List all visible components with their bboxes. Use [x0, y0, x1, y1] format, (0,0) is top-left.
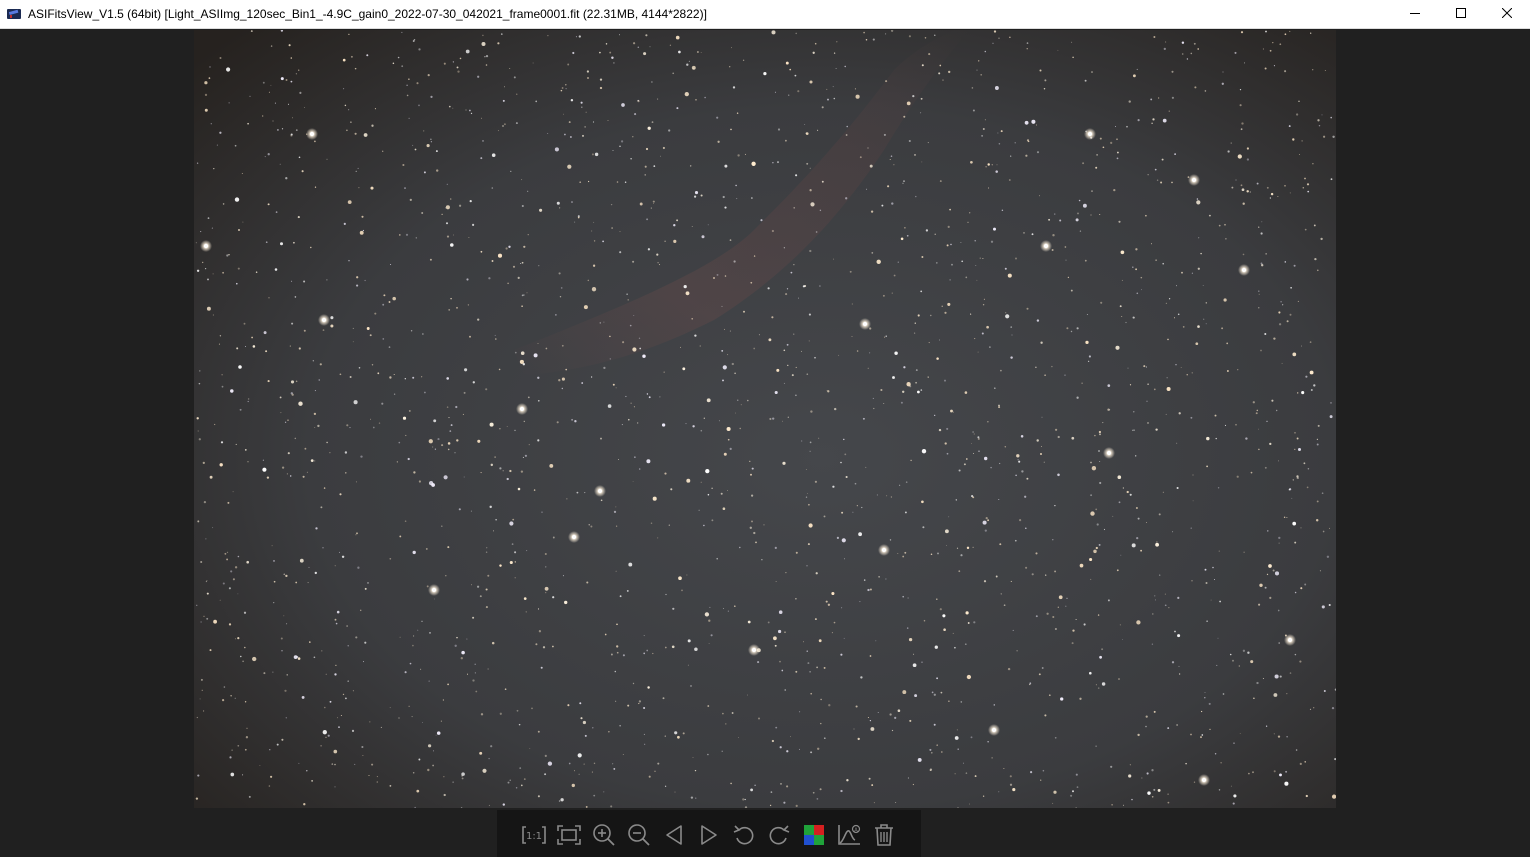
delete-button[interactable] [870, 820, 899, 849]
zoom-in-icon [591, 823, 617, 847]
next-button[interactable] [695, 820, 724, 849]
one-to-one-icon: 1:1 [521, 823, 547, 847]
telescope-app-icon [7, 8, 21, 20]
zoom-in-button[interactable] [590, 820, 619, 849]
rotate-right-button[interactable] [765, 820, 794, 849]
app-window: ASIFitsView_V1.5 (64bit) [Light_ASIImg_1… [0, 0, 1530, 857]
minimize-icon [1410, 5, 1420, 23]
rotate-left-button[interactable] [730, 820, 759, 849]
debayer-button[interactable] [800, 820, 829, 849]
maximize-icon [1456, 5, 1466, 23]
viewer-toolbar: 1:1 A [497, 810, 921, 857]
window-title: ASIFitsView_V1.5 (64bit) [Light_ASIImg_1… [28, 7, 707, 21]
fit-screen-icon [556, 823, 582, 847]
bayer-color-icon [802, 823, 826, 847]
title-bar[interactable]: ASIFitsView_V1.5 (64bit) [Light_ASIImg_1… [0, 0, 1530, 29]
actual-size-button[interactable]: 1:1 [520, 820, 549, 849]
triangle-right-icon [696, 823, 722, 847]
svg-text:A: A [854, 827, 858, 833]
window-controls [1392, 0, 1530, 28]
minimize-button[interactable] [1392, 0, 1438, 28]
trash-icon [871, 823, 897, 847]
star-field-image[interactable] [194, 30, 1336, 808]
maximize-button[interactable] [1438, 0, 1484, 28]
fit-window-button[interactable] [555, 820, 584, 849]
stretch-button[interactable]: A [835, 820, 864, 849]
zoom-out-button[interactable] [625, 820, 654, 849]
rotate-cw-icon [766, 823, 792, 847]
rotate-ccw-icon [731, 823, 757, 847]
histogram-stretch-icon: A [836, 823, 862, 847]
star-field-canvas [194, 30, 1336, 808]
zoom-out-icon [626, 823, 652, 847]
triangle-left-icon [661, 823, 687, 847]
close-icon [1501, 5, 1513, 23]
previous-button[interactable] [660, 820, 689, 849]
close-button[interactable] [1484, 0, 1530, 28]
svg-text:1:1: 1:1 [526, 831, 542, 842]
image-viewer[interactable]: 1:1 A [0, 29, 1530, 857]
